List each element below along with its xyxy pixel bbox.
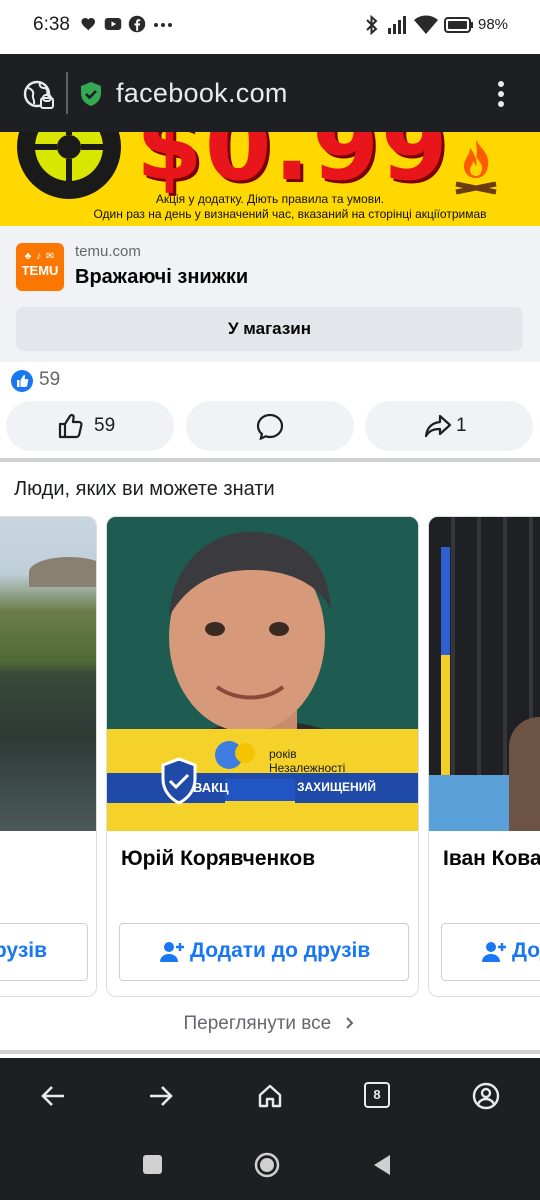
secure-shield-icon <box>81 82 101 106</box>
more-dots-icon <box>154 23 172 27</box>
thumbs-up-icon <box>58 413 83 439</box>
add-friend-icon <box>482 942 506 962</box>
ad-info-section: ♣ ♪ ✉ TEMU temu.com Вражаючі знижки У ма… <box>0 226 540 362</box>
person-photo[interactable] <box>429 517 540 831</box>
home-nav-button[interactable] <box>254 1152 280 1178</box>
photo-person <box>509 717 540 831</box>
photo-text-independence: Незалежності <box>269 761 346 775</box>
kebab-menu-icon[interactable] <box>495 80 507 108</box>
see-all-label: Переглянути все <box>183 1013 332 1034</box>
account-icon[interactable] <box>472 1082 500 1110</box>
wifi-icon <box>414 15 438 34</box>
add-friend-label: Додати до друзів <box>190 939 371 962</box>
forward-arrow-icon[interactable] <box>148 1084 174 1108</box>
back-arrow-icon[interactable] <box>40 1084 66 1108</box>
person-card[interactable]: Іван Кова Дод <box>428 516 540 997</box>
add-friend-button[interactable]: Додати до друзів <box>119 923 409 981</box>
person-photo[interactable]: років Незалежності ВАКЦ ЗАХИЩЕНИЙ <box>107 517 418 831</box>
photo-badge-right: ЗАХИЩЕНИЙ <box>297 780 376 794</box>
browser-toolbar: facebook.com <box>0 54 540 132</box>
ad-title[interactable]: Вражаючі знижки <box>75 266 248 289</box>
person-card[interactable]: років Незалежності ВАКЦ ЗАХИЩЕНИЙ Юрій К… <box>106 516 419 997</box>
ad-banner-line-2: Один раз на день у визначений час, вказа… <box>93 207 487 221</box>
reaction-count: 59 <box>39 369 61 390</box>
advertiser-logo[interactable]: ♣ ♪ ✉ TEMU <box>16 243 64 291</box>
pymk-heading: Люди, яких ви можете знати <box>14 478 275 500</box>
bluetooth-icon <box>366 15 378 35</box>
add-friend-button[interactable]: Дод <box>441 923 540 981</box>
toolbar-divider <box>66 72 68 114</box>
section-divider <box>0 458 540 462</box>
like-count: 59 <box>94 415 116 436</box>
photo-badge-left: ВАКЦ <box>193 780 229 795</box>
add-friend-icon <box>160 942 184 962</box>
heart-icon <box>81 18 95 31</box>
campfire-graphic <box>455 140 497 195</box>
person-name[interactable]: Іван Кова <box>443 847 540 871</box>
logo-text: TEMU <box>21 263 59 278</box>
recents-nav-button[interactable] <box>143 1155 162 1174</box>
tab-switcher-button[interactable]: 8 <box>364 1082 390 1108</box>
shop-now-button[interactable]: У магазин <box>16 307 523 351</box>
battery-icon <box>444 17 473 33</box>
status-time: 6:38 <box>33 14 70 35</box>
add-friend-button[interactable]: рузів <box>0 923 88 981</box>
photo-cliff <box>29 557 96 587</box>
signal-icon <box>388 16 406 34</box>
section-divider <box>0 1050 540 1054</box>
ad-domain: temu.com <box>75 243 141 260</box>
status-bar: 6:38 98% <box>0 0 540 54</box>
site-settings-icon[interactable] <box>22 78 56 112</box>
person-name[interactable]: Юрій Корявченков <box>121 847 315 871</box>
add-friend-label: рузів <box>0 939 47 962</box>
add-friend-label: Дод <box>512 939 540 962</box>
like-reaction-icon <box>11 370 33 392</box>
person-card[interactable]: рузів <box>0 516 97 997</box>
back-nav-button[interactable] <box>372 1154 392 1176</box>
photo-flag-pole <box>441 547 450 787</box>
ad-banner-image[interactable]: $0.99 Акція у додатку. Діють правила та … <box>0 132 540 226</box>
home-icon[interactable] <box>257 1083 283 1109</box>
facebook-icon <box>128 15 146 33</box>
youtube-icon <box>104 18 122 30</box>
share-arrow-icon <box>424 414 452 438</box>
share-button[interactable]: 1 <box>365 401 533 451</box>
photo-text-years: років <box>269 747 297 761</box>
comment-button[interactable] <box>186 401 354 451</box>
like-button[interactable]: 59 <box>6 401 174 451</box>
share-count: 1 <box>456 415 467 436</box>
chevron-right-icon <box>345 1017 353 1029</box>
ad-banner-line-1: Акція у додатку. Діють правила та умови. <box>155 192 385 206</box>
bottom-toolbar: 8 <box>0 1058 540 1200</box>
person-photo[interactable] <box>0 517 96 831</box>
see-all-link[interactable]: Переглянути все <box>0 1013 540 1035</box>
comment-bubble-icon <box>256 413 284 441</box>
battery-percent: 98% <box>478 16 509 33</box>
url-text[interactable]: facebook.com <box>116 78 288 109</box>
logo-glyphs: ♣ ♪ ✉ <box>24 251 56 262</box>
